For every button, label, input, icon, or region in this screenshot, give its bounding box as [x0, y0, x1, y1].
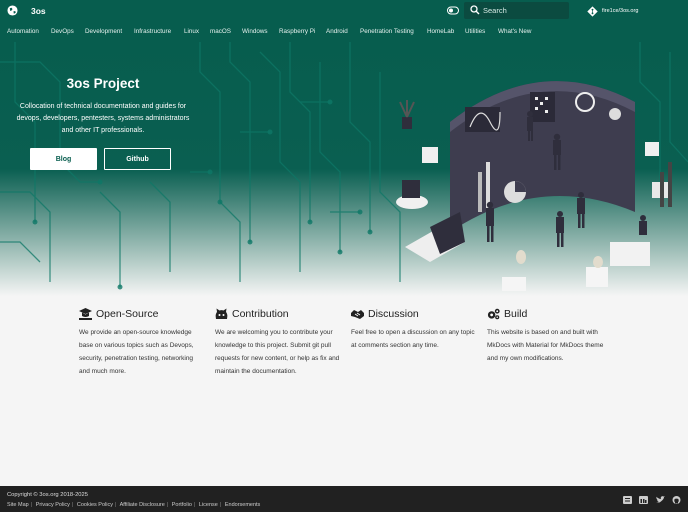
tab-linux[interactable]: Linux [184, 28, 199, 35]
repo-label: fire1ce/3os.org [602, 8, 639, 14]
feature-title: Contribution [232, 308, 289, 320]
footer-link-affiliate-disclosure[interactable]: Affiliate Disclosure [120, 502, 165, 508]
footer-link-license[interactable]: License [199, 502, 218, 508]
tab-windows[interactable]: Windows [242, 28, 268, 35]
copyright: Copyright © 3os.org 2018-2025 [7, 492, 88, 498]
footer-link-site-map[interactable]: Site Map [7, 502, 29, 508]
git-icon [587, 5, 598, 17]
handshake-icon [351, 310, 364, 319]
footer-link-endorsements[interactable]: Endorsements [225, 502, 260, 508]
feature-build: Build This website is based on and built… [487, 307, 613, 365]
repo-link[interactable]: fire1ce/3os.org [587, 5, 638, 17]
feature-title: Open-Source [96, 308, 159, 320]
github-cat-icon [215, 308, 228, 319]
footer-links: Site Map | Privacy Policy | Cookies Policy… [7, 502, 260, 508]
globe-logo-icon[interactable] [7, 5, 18, 16]
linkedin-icon[interactable] [639, 496, 648, 504]
separator: | [219, 502, 222, 508]
footer-link-portfolio[interactable]: Portfolio [172, 502, 192, 508]
tab-homelab[interactable]: HomeLab [427, 28, 454, 35]
search-input[interactable]: Search [464, 2, 569, 19]
search-placeholder: Search [483, 6, 507, 15]
teacher-icon [79, 308, 92, 320]
rss-icon[interactable] [623, 496, 632, 504]
feature-title: Discussion [368, 308, 419, 320]
top-header: 3os Search fire1ce/3os.org [0, 0, 688, 23]
separator: | [166, 502, 169, 508]
tab-utilities[interactable]: Utilities [465, 28, 485, 35]
hero-description: Collocation of technical documentation a… [16, 103, 190, 134]
feature-text: This website is based on and built with … [487, 329, 604, 362]
nav-tabs: Automation DevOps Development Infrastruc… [0, 23, 688, 42]
feature-text: We are welcoming you to contribute your … [215, 329, 340, 375]
feature-contribution: Contribution We are welcoming you to con… [215, 307, 341, 378]
feature-text: Feel free to open a discussion on any to… [351, 329, 475, 349]
tab-macos[interactable]: macOS [210, 28, 231, 35]
footer: Copyright © 3os.org 2018-2025 Site Map | … [0, 486, 688, 512]
tab-devops[interactable]: DevOps [51, 28, 74, 35]
toggle-dark-mode-icon[interactable] [447, 6, 459, 15]
footer-link-cookies-policy[interactable]: Cookies Policy [77, 502, 113, 508]
github-icon[interactable] [672, 496, 681, 504]
site-title[interactable]: 3os [31, 6, 46, 16]
features-section: Open-Source We provide an open-source kn… [0, 296, 688, 486]
hero-section: 3os Project Collocation of technical doc… [0, 42, 688, 296]
separator: | [30, 502, 33, 508]
tab-infrastructure[interactable]: Infrastructure [134, 28, 171, 35]
tab-development[interactable]: Development [85, 28, 122, 35]
separator: | [71, 502, 74, 508]
separator: | [114, 502, 117, 508]
tab-whats-new[interactable]: What's New [498, 28, 531, 35]
github-button[interactable]: Github [104, 148, 171, 170]
hero-title: 3os Project [66, 76, 140, 91]
twitter-icon[interactable] [656, 496, 665, 504]
feature-text: We provide an open-source knowledge base… [79, 329, 194, 375]
feature-discussion: Discussion Feel free to open a discussio… [351, 307, 477, 352]
feature-title: Build [504, 308, 528, 320]
search-icon [470, 5, 480, 15]
tab-penetration-testing[interactable]: Penetration Testing [360, 28, 414, 35]
footer-link-privacy-policy[interactable]: Privacy Policy [36, 502, 70, 508]
blog-button[interactable]: Blog [30, 148, 97, 170]
tab-android[interactable]: Android [326, 28, 348, 35]
tab-automation[interactable]: Automation [7, 28, 39, 35]
devops-isometric-illustration [396, 81, 672, 291]
feature-open-source: Open-Source We provide an open-source kn… [79, 307, 205, 378]
gears-icon [487, 308, 500, 320]
tab-raspberry-pi[interactable]: Raspberry Pi [279, 28, 315, 35]
separator: | [193, 502, 196, 508]
